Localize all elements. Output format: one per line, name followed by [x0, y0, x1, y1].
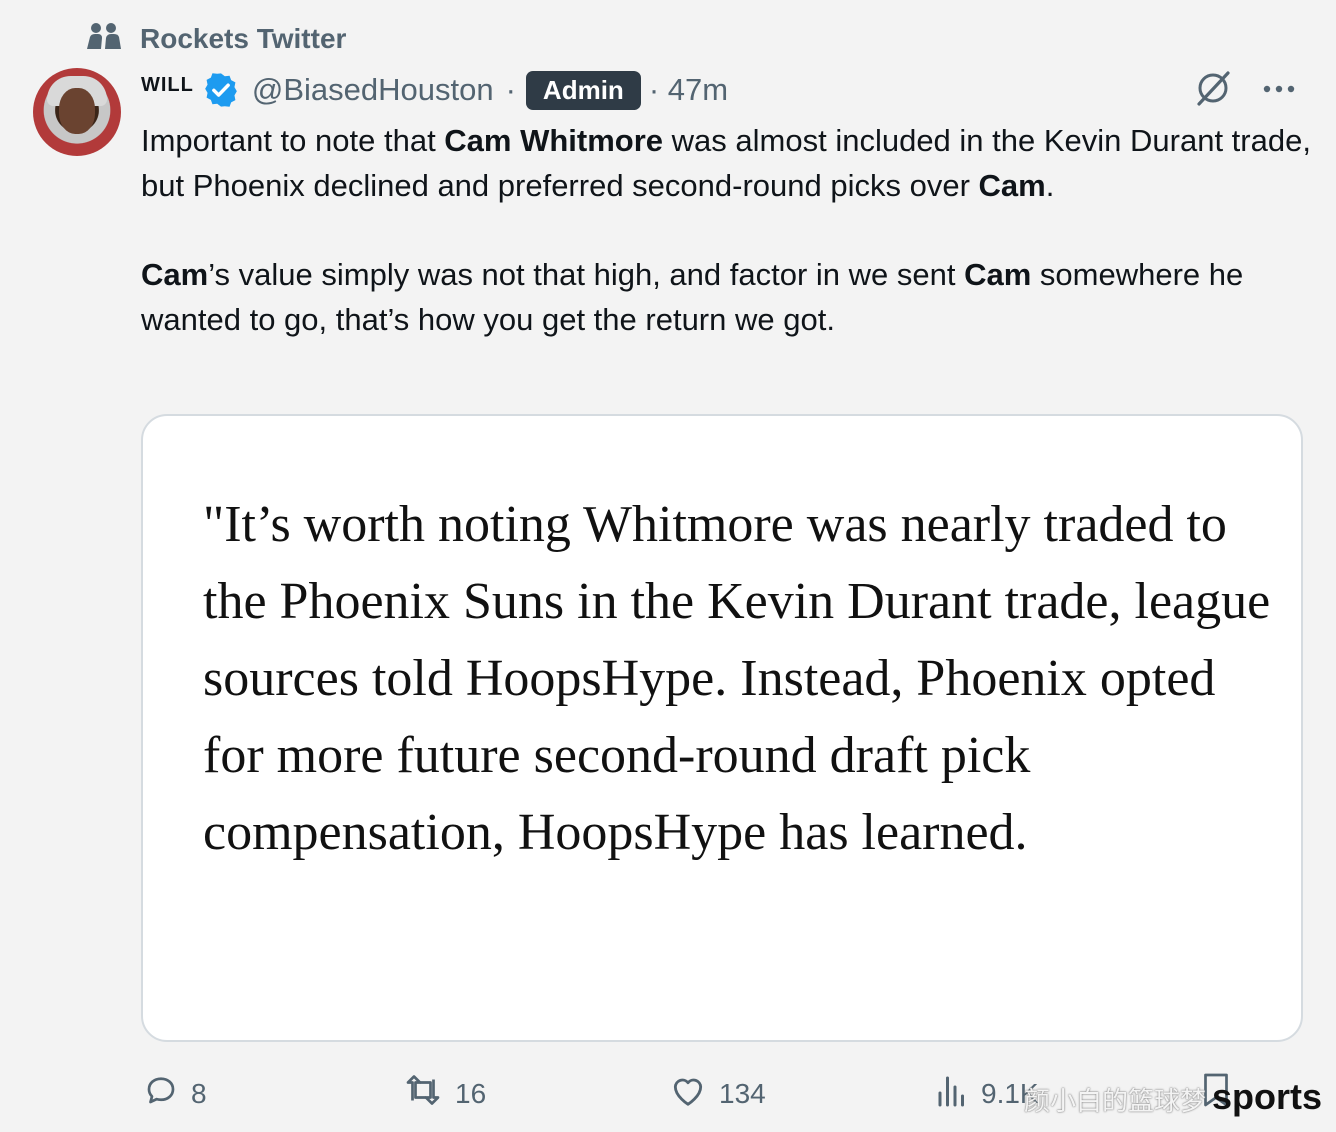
reply-button[interactable]: 8: [143, 1072, 207, 1115]
tweet-paragraph-1: Important to note that Cam Whitmore was …: [141, 123, 1311, 203]
heart-icon: [669, 1072, 707, 1115]
watermark-text: 颜小白的篮球梦: [1023, 1086, 1206, 1116]
reply-count: 8: [191, 1077, 207, 1109]
repost-button[interactable]: 16: [403, 1072, 486, 1115]
grok-icon[interactable]: [1194, 69, 1232, 112]
watermark-brand: sports: [1211, 1076, 1322, 1117]
community-name[interactable]: Rockets Twitter: [140, 23, 346, 55]
user-handle[interactable]: @BiasedHouston: [252, 72, 494, 108]
tweet-text: Important to note that Cam Whitmore was …: [141, 118, 1311, 342]
repost-count: 16: [455, 1077, 487, 1109]
like-count: 134: [719, 1077, 766, 1109]
header-actions: [1194, 66, 1296, 114]
repost-icon: [403, 1072, 443, 1115]
post-header: WILL @BiasedHouston · Admin · 47m: [141, 66, 1296, 114]
reply-icon: [143, 1072, 179, 1115]
post-time[interactable]: · 47m: [649, 72, 728, 108]
admin-badge: Admin: [525, 70, 641, 110]
separator-dot: ·: [505, 72, 516, 107]
avatar[interactable]: [33, 68, 121, 156]
views-icon: [935, 1072, 969, 1115]
display-name[interactable]: WILL: [141, 74, 194, 97]
quote-text: "It’s worth noting Whitmore was nearly t…: [203, 496, 1271, 861]
like-button[interactable]: 134: [669, 1072, 766, 1115]
attached-image-card[interactable]: "It’s worth noting Whitmore was nearly t…: [141, 414, 1303, 1042]
community-icon: [86, 22, 122, 55]
tweet-paragraph-2: Cam’s value simply was not that high, an…: [141, 257, 1244, 337]
more-options-icon[interactable]: [1262, 81, 1296, 99]
watermark: 颜小白的篮球梦 sports: [1024, 1076, 1322, 1118]
verified-badge-icon[interactable]: [202, 71, 240, 109]
community-header[interactable]: Rockets Twitter: [86, 22, 346, 55]
